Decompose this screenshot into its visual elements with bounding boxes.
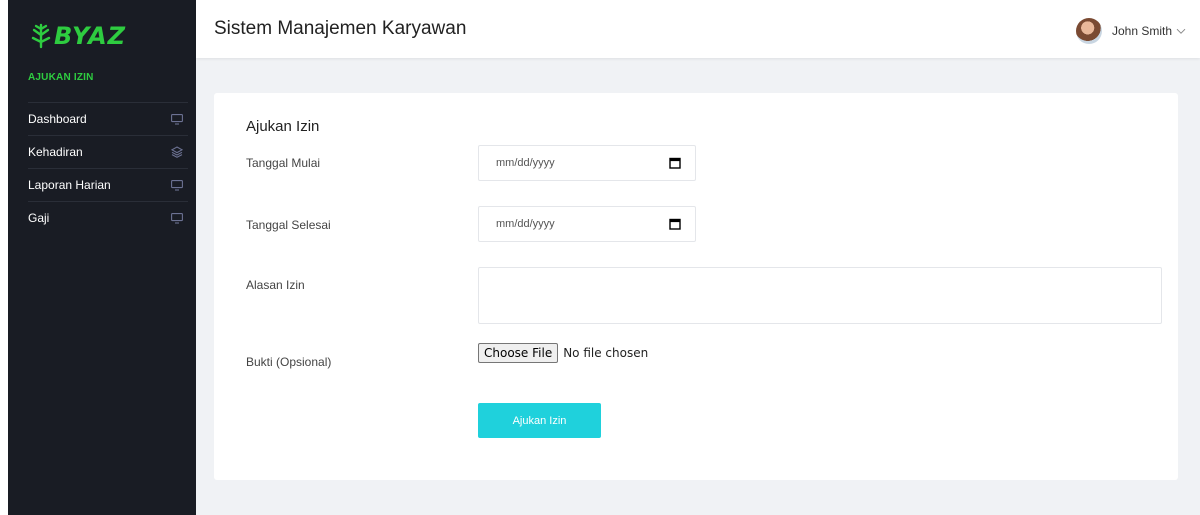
page-title: Sistem Manajemen Karyawan xyxy=(214,18,467,39)
app: BYAZ AJUKAN IZIN Dashboard Kehadiran Lap… xyxy=(0,0,1200,515)
end-date-placeholder: mm/dd/yyyy xyxy=(496,218,555,230)
choose-file-button[interactable]: Choose File xyxy=(478,343,559,363)
user-name: John Smith xyxy=(1111,24,1172,38)
sidebar-item-label: Laporan Harian xyxy=(28,178,111,192)
brand-logo[interactable]: BYAZ xyxy=(30,22,126,50)
start-date-input[interactable]: mm/dd/yyyy xyxy=(478,145,696,181)
reason-label: Alasan Izin xyxy=(246,278,305,292)
monitor-icon xyxy=(170,178,184,192)
sidebar-item-label: Dashboard xyxy=(28,112,87,126)
form-title: Ajukan Izin xyxy=(246,118,320,135)
end-date-label: Tanggal Selesai xyxy=(246,218,331,232)
sidebar-item-laporan-harian[interactable]: Laporan Harian xyxy=(28,168,188,201)
chevron-down-icon xyxy=(1176,22,1186,40)
top-navbar: Sistem Manajemen Karyawan John Smith xyxy=(196,0,1200,58)
sidebar-item-dashboard[interactable]: Dashboard xyxy=(28,102,188,135)
sidebar-nav: Dashboard Kehadiran Laporan Harian Gaji xyxy=(28,102,188,234)
start-date-label: Tanggal Mulai xyxy=(246,156,321,170)
brand-name: BYAZ xyxy=(54,22,127,50)
start-date-placeholder: mm/dd/yyyy xyxy=(496,157,555,169)
avatar[interactable] xyxy=(1075,18,1102,44)
leaf-icon xyxy=(31,23,51,49)
file-status: No file chosen xyxy=(563,346,649,360)
sidebar-section-title: AJUKAN IZIN xyxy=(28,72,94,83)
calendar-icon[interactable] xyxy=(669,218,681,230)
leave-request-card: Ajukan Izin Tanggal Mulai mm/dd/yyyy Tan… xyxy=(214,93,1178,480)
sidebar-item-kehadiran[interactable]: Kehadiran xyxy=(28,135,188,168)
end-date-input[interactable]: mm/dd/yyyy xyxy=(478,206,696,242)
submit-button[interactable]: Ajukan Izin xyxy=(478,403,601,438)
user-menu[interactable]: John Smith xyxy=(1075,18,1186,44)
monitor-icon xyxy=(170,112,184,126)
monitor-icon xyxy=(170,211,184,225)
sidebar-item-label: Kehadiran xyxy=(28,145,83,159)
sidebar-item-label: Gaji xyxy=(28,211,50,225)
reason-textarea[interactable] xyxy=(478,267,1162,324)
sidebar: BYAZ AJUKAN IZIN Dashboard Kehadiran Lap… xyxy=(8,0,196,515)
sidebar-item-gaji[interactable]: Gaji xyxy=(28,201,188,234)
layers-icon xyxy=(170,145,184,159)
proof-label: Bukti (Opsional) xyxy=(246,355,332,369)
calendar-icon[interactable] xyxy=(669,157,681,169)
proof-file-input[interactable]: Choose File No file chosen xyxy=(478,343,648,363)
main-content: Sistem Manajemen Karyawan John Smith Aju… xyxy=(196,0,1200,515)
